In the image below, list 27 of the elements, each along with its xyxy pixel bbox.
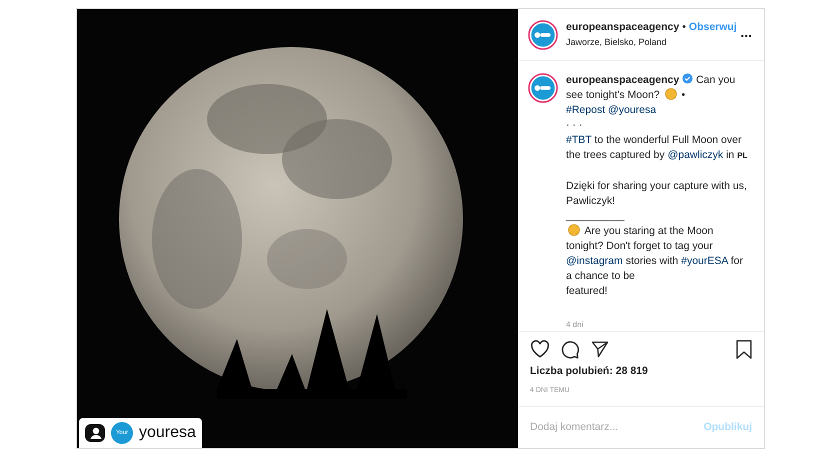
caption-link[interactable]: @instagram bbox=[566, 254, 623, 267]
header-username[interactable]: europeanspaceagency bbox=[566, 20, 680, 36]
heart-icon[interactable] bbox=[530, 340, 550, 358]
comment-icon[interactable] bbox=[561, 340, 580, 359]
caption-text: featured! bbox=[566, 284, 608, 299]
comment-field[interactable]: Dodaj komentarz... bbox=[530, 420, 704, 436]
avatar-icon[interactable] bbox=[528, 20, 558, 50]
caption-link[interactable]: @pawliczyk bbox=[668, 149, 724, 161]
separator-dot: • bbox=[682, 20, 686, 35]
caption-link[interactable]: #yourESA bbox=[681, 254, 728, 267]
caption-text: · · · bbox=[566, 118, 584, 133]
caption-text: #TBT to the wonderful Full Moon over the trees captured by @pawliczyk in PL bbox=[566, 133, 748, 163]
caption-text: Dzięki for sharing your capture with us, Pawliczyk! bbox=[566, 178, 748, 209]
caption-link[interactable]: @youresa bbox=[608, 104, 656, 116]
tag-username: youresa bbox=[139, 423, 196, 443]
bookmark-icon[interactable] bbox=[736, 340, 752, 359]
location-text[interactable]: Jaworze, Bielsko, Poland bbox=[566, 36, 732, 50]
caption-link[interactable]: #TBT bbox=[566, 134, 592, 146]
send-icon[interactable] bbox=[591, 340, 609, 358]
more-options-button[interactable]: ... bbox=[740, 24, 752, 44]
user-silhouette-icon bbox=[85, 422, 107, 444]
avatar-icon[interactable] bbox=[528, 73, 558, 103]
caption-text: europeanspaceagency Can you see tonight's Moon? • bbox=[566, 73, 736, 103]
caption-age: 4 dni bbox=[566, 318, 584, 331]
caption-text: __________ bbox=[566, 208, 626, 224]
likes-count[interactable]: Liczba polubień: 28 819 bbox=[530, 364, 752, 380]
caption-link[interactable]: #Repost bbox=[566, 104, 606, 116]
